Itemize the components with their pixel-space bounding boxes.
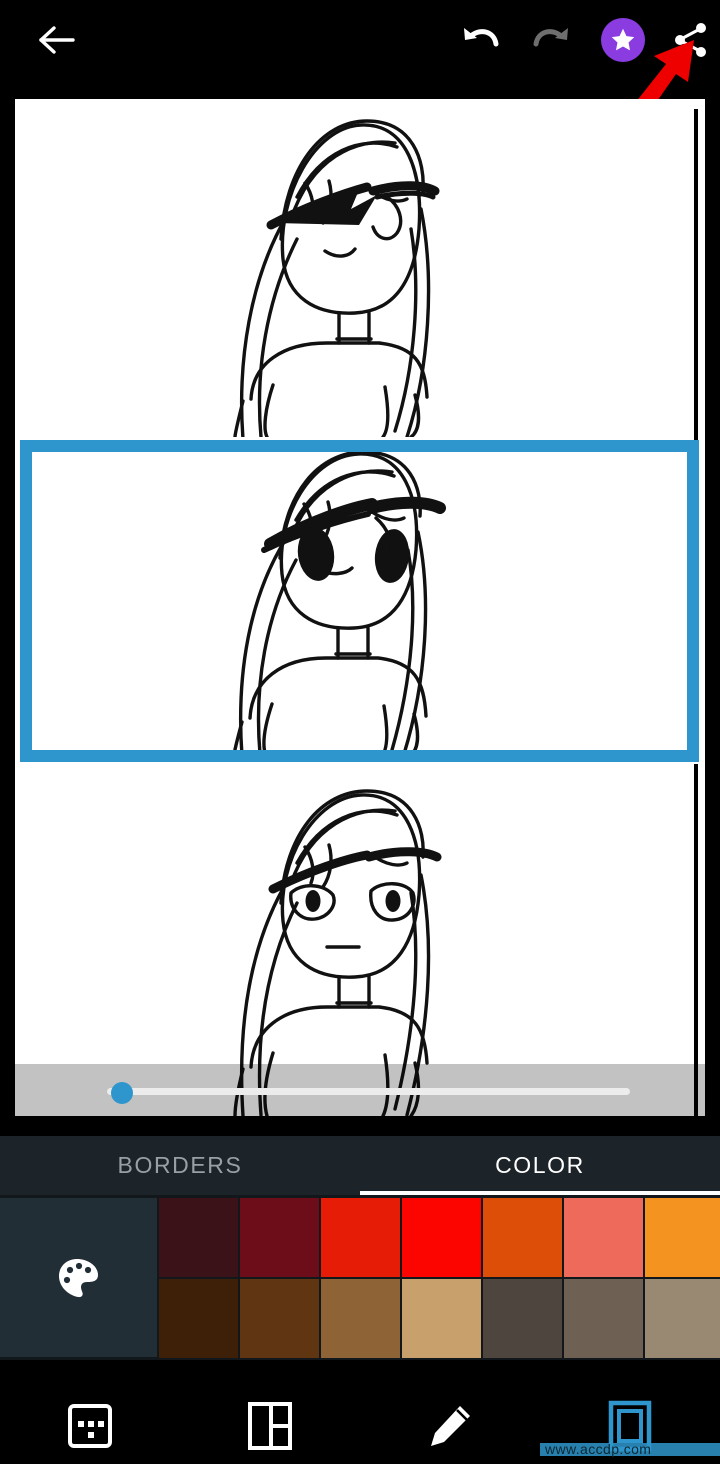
color-swatch[interactable] bbox=[321, 1198, 400, 1277]
nav-stickers[interactable] bbox=[0, 1387, 180, 1464]
palette-picker-button[interactable] bbox=[0, 1198, 157, 1357]
color-swatch[interactable] bbox=[402, 1198, 481, 1277]
collage-layout-icon bbox=[248, 1401, 292, 1450]
bottom-navigation: www.accdp.com bbox=[0, 1387, 720, 1464]
star-icon bbox=[611, 28, 635, 51]
color-swatch[interactable] bbox=[402, 1279, 481, 1358]
swatch-grid bbox=[157, 1195, 720, 1360]
color-swatch[interactable] bbox=[483, 1279, 562, 1358]
border-width-slider-track[interactable] bbox=[107, 1088, 630, 1095]
slider-overlay-band bbox=[15, 1064, 705, 1116]
app-root: BORDERS COLOR www.accdp.com bbox=[0, 0, 720, 1464]
share-icon bbox=[675, 23, 706, 57]
back-button[interactable] bbox=[28, 11, 86, 69]
top-toolbar bbox=[0, 0, 720, 80]
color-swatch[interactable] bbox=[159, 1198, 238, 1277]
color-swatch[interactable] bbox=[564, 1198, 643, 1277]
undo-icon bbox=[464, 28, 499, 47]
star-circle bbox=[601, 18, 645, 62]
pencil-icon bbox=[431, 1405, 470, 1446]
color-swatch[interactable] bbox=[321, 1279, 400, 1358]
comic-frame-1[interactable] bbox=[15, 99, 695, 441]
color-palette bbox=[0, 1195, 720, 1360]
tab-color-label: COLOR bbox=[495, 1152, 585, 1178]
tab-borders[interactable]: BORDERS bbox=[0, 1136, 360, 1195]
undo-button[interactable] bbox=[452, 11, 510, 69]
watermark-text: www.accdp.com bbox=[545, 1441, 652, 1457]
nav-layout[interactable] bbox=[180, 1387, 360, 1464]
comic-frame-2[interactable] bbox=[20, 446, 690, 758]
palette-icon bbox=[58, 1258, 98, 1297]
page-divider-gap bbox=[694, 444, 698, 764]
tab-bar: BORDERS COLOR bbox=[0, 1136, 720, 1195]
color-swatch[interactable] bbox=[159, 1279, 238, 1358]
redo-button[interactable] bbox=[522, 11, 580, 69]
sticker-square-icon bbox=[68, 1403, 112, 1448]
border-width-slider-thumb[interactable] bbox=[111, 1082, 134, 1104]
back-arrow-icon bbox=[39, 26, 75, 54]
color-swatch[interactable] bbox=[240, 1279, 319, 1358]
color-swatch[interactable] bbox=[483, 1198, 562, 1277]
drawing-frame-2 bbox=[232, 450, 446, 758]
premium-star-button[interactable] bbox=[594, 11, 652, 69]
drawing-frame-1 bbox=[233, 119, 440, 441]
share-button[interactable] bbox=[662, 11, 720, 69]
color-swatch[interactable] bbox=[645, 1279, 720, 1358]
color-swatch[interactable] bbox=[240, 1198, 319, 1277]
color-swatch[interactable] bbox=[564, 1279, 643, 1358]
tab-color[interactable]: COLOR bbox=[360, 1136, 720, 1195]
nav-draw[interactable] bbox=[360, 1387, 540, 1464]
color-swatch[interactable] bbox=[645, 1198, 720, 1277]
redo-icon bbox=[533, 28, 568, 47]
comic-canvas[interactable] bbox=[15, 99, 705, 1116]
tab-borders-label: BORDERS bbox=[117, 1152, 243, 1178]
